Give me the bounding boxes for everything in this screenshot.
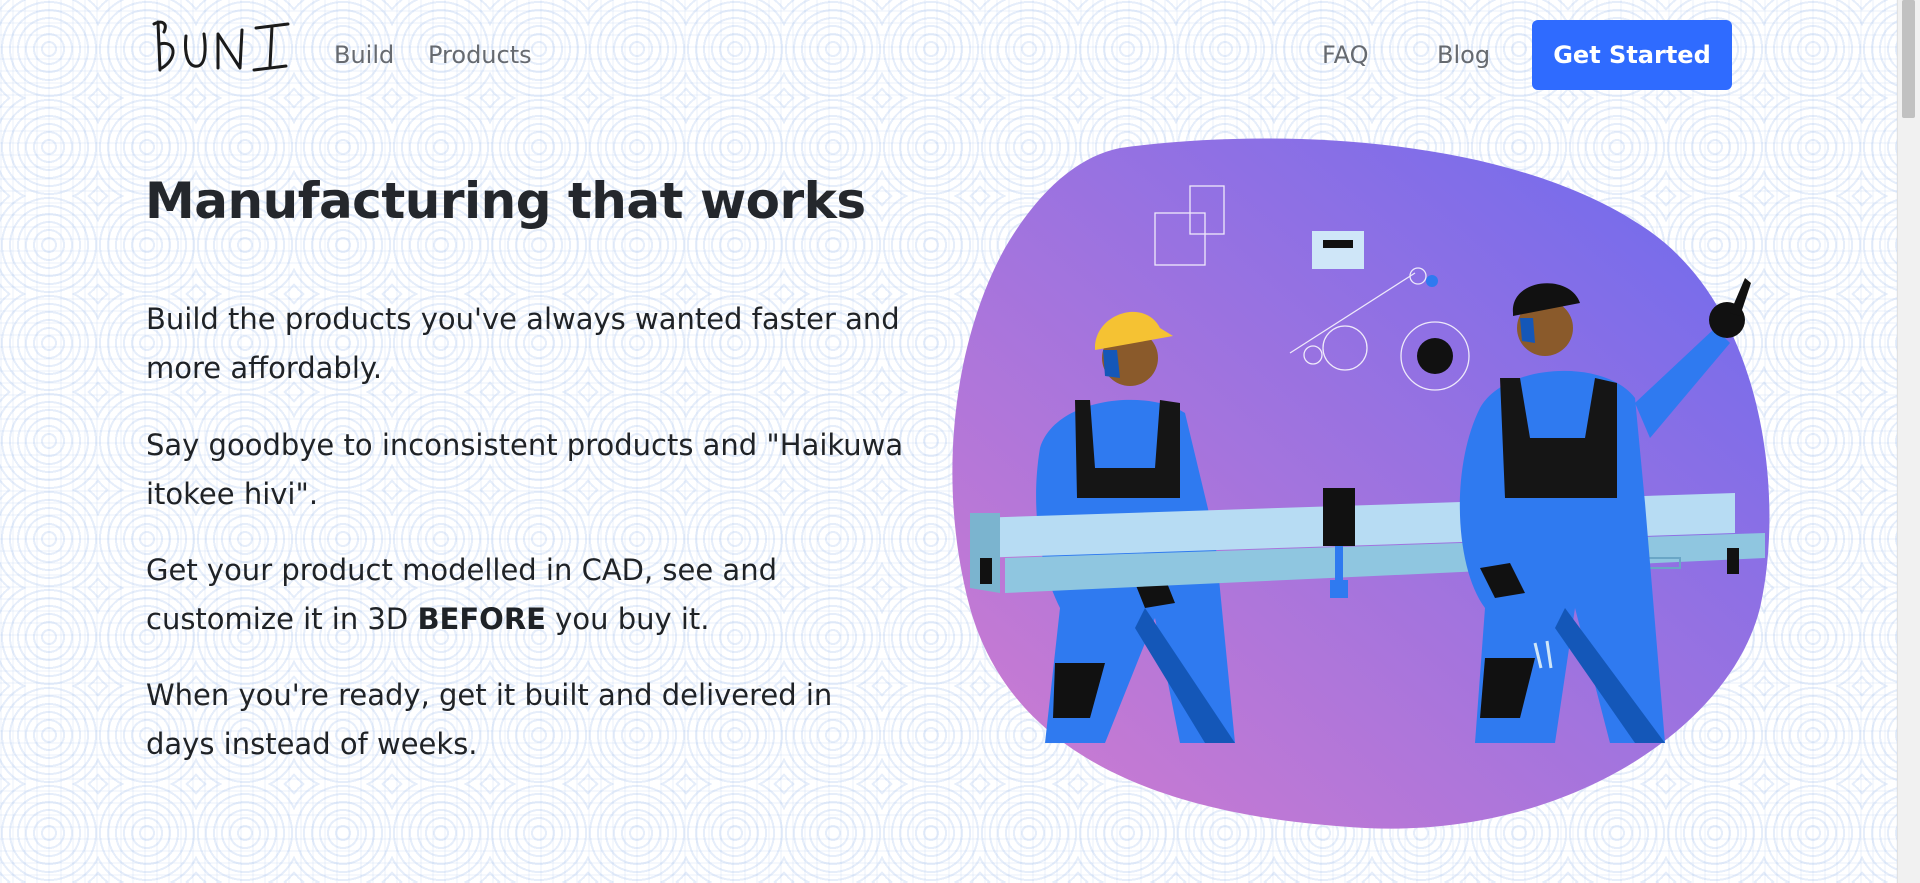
hero-paragraph-1: Build the products you've always wanted … <box>146 302 900 385</box>
hero-paragraph-2: Say goodbye to inconsistent products and… <box>146 428 904 511</box>
scrollbar-thumb[interactable] <box>1902 0 1915 118</box>
hero-paragraph-3: Get your product modelled in CAD, see an… <box>146 546 906 644</box>
hero-paragraph-3-emphasis: BEFORE <box>417 602 546 636</box>
get-started-button[interactable]: Get Started <box>1532 20 1732 90</box>
vertical-scrollbar[interactable] <box>1897 0 1920 883</box>
illustration-two-workers-carrying-beam <box>952 138 1770 829</box>
nav-link-build[interactable]: Build <box>334 38 394 72</box>
nav-link-products[interactable]: Products <box>428 38 532 72</box>
nav-link-faq[interactable]: FAQ <box>1322 38 1369 72</box>
hero-paragraph-4: When you're ready, get it built and deli… <box>146 678 833 761</box>
nav-link-blog[interactable]: Blog <box>1437 38 1490 72</box>
page-title: Manufacturing that works <box>145 172 866 230</box>
buni-logo[interactable] <box>148 14 294 78</box>
hero-paragraph-3-end: you buy it. <box>545 602 710 636</box>
